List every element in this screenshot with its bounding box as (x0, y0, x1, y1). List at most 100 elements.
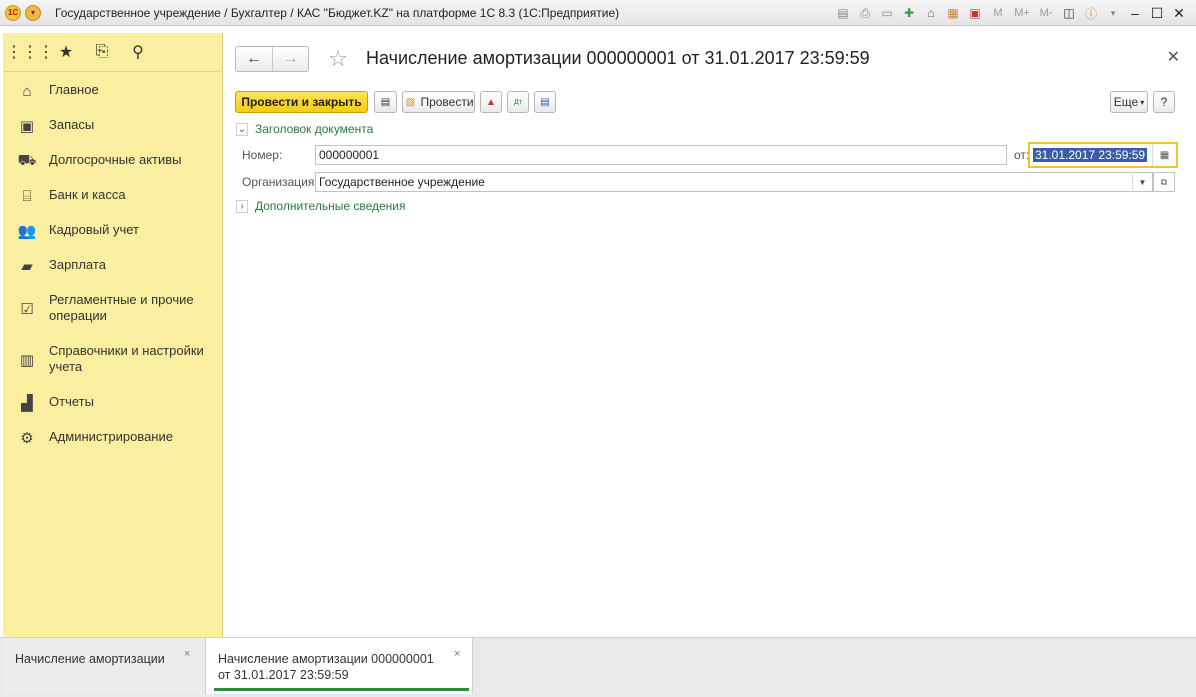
favorites-star-icon[interactable]: ★ (48, 37, 84, 67)
sidebar-item-hr[interactable]: 👥 Кадровый учет (3, 222, 223, 242)
home-icon: ⌂ (22, 82, 32, 100)
bank-icon: ⌸ (22, 187, 32, 205)
page-title: Начисление амортизации 000000001 от 31.0… (366, 48, 870, 68)
window-title-bar: 1С ▾ Государственное учреждение / Бухгал… (0, 0, 1196, 26)
sidebar-item-label: Регламентные и прочие операции (49, 292, 194, 323)
chevron-right-icon: › (236, 199, 248, 213)
save-button[interactable]: ▤ (374, 91, 397, 113)
maximize-button[interactable]: ☐ (1148, 4, 1166, 22)
chevron-down-icon[interactable]: ▼ (1132, 172, 1152, 192)
navigation-buttons: ← → (235, 46, 309, 72)
sidebar-item-label: Отчеты (49, 394, 94, 409)
window-toolbar: ▤ ⎙ ▭ ✚ ⌂ ▦ ▣ M M+ M- ◫ ⓘ ▾ – ☐ ✕ (832, 0, 1196, 26)
document-form: ← → ☆ Начисление амортизации 000000001 о… (224, 33, 1192, 637)
more-button-label: Еще (1113, 95, 1139, 109)
memory-plus-button[interactable]: M+ (1012, 4, 1032, 22)
number-label: Номер: (242, 148, 283, 162)
open-windows-bar: Начисление амортизации × Начисление амор… (0, 637, 1196, 697)
sidebar-item-settings[interactable]: ▥ Справочники и настройки учета (3, 343, 223, 379)
sections-panel: ⋮⋮⋮ ★ ⎘ ⚲ ⌂ Главное ▣ Запасы ⛟ Долгосроч… (3, 33, 223, 637)
window-tab-label: Начисление амортизации 000000001 от 31.0… (218, 652, 434, 682)
post-icon: ▧ (405, 96, 416, 108)
sidebar-item-main[interactable]: ⌂ Главное (3, 82, 223, 102)
sidebar-item-label: Справочники и настройки учета (49, 343, 204, 374)
close-form-icon[interactable]: ✕ (1167, 47, 1180, 67)
sidebar-item-label: Главное (49, 82, 99, 97)
group-extra-info[interactable]: › Дополнительные сведения (236, 199, 405, 213)
group-header-document[interactable]: ⌄ Заголовок документа (236, 122, 373, 136)
favorite-star-icon[interactable]: ☆ (325, 46, 351, 72)
open-organization-button[interactable]: ⧉ (1153, 172, 1175, 192)
open-icon: ⧉ (1160, 176, 1168, 187)
memory-minus-button[interactable]: M- (1036, 4, 1056, 22)
save-icon[interactable]: ▤ (834, 4, 852, 22)
calendar-icon[interactable]: ▣ (966, 4, 984, 22)
print-icon[interactable]: ⎙ (856, 4, 874, 22)
people-icon: 👥 (17, 223, 37, 240)
sidebar-item-label: Банк и касса (49, 187, 126, 202)
create-based-on-button[interactable]: ▲ (480, 91, 502, 113)
salary-icon: ▰ (21, 258, 33, 275)
checkbox-icon: ☑ (20, 301, 34, 318)
sidebar-item-salary[interactable]: ▰ Зарплата (3, 257, 223, 277)
organization-value: Государственное учреждение (319, 175, 485, 189)
memory-m-button[interactable]: M (988, 4, 1008, 22)
dt-kt-icon: Дт (514, 98, 522, 106)
more-button[interactable]: Еще ▾ (1110, 91, 1148, 113)
dt-kt-button[interactable]: Дт (507, 91, 529, 113)
back-arrow-icon[interactable]: ← (236, 47, 272, 71)
tractor-icon: ⛟ (17, 151, 37, 169)
sidebar-item-reports[interactable]: ▟ Отчеты (3, 394, 223, 414)
sidebar-item-bank[interactable]: ⌸ Банк и касса (3, 187, 223, 207)
sidebar-item-label: Зарплата (49, 257, 106, 272)
calendar-icon[interactable]: ▦ (1152, 144, 1176, 166)
sidebar-toolbar: ⋮⋮⋮ ★ ⎘ ⚲ (3, 33, 222, 72)
gear-icon: ⚙ (20, 430, 34, 447)
window-title: Государственное учреждение / Бухгалтер /… (55, 5, 620, 20)
date-field[interactable]: 31.01.2017 23:59:59 ▦ (1028, 142, 1178, 168)
chevron-down-icon[interactable]: ▾ (1104, 4, 1122, 22)
sidebar-item-operations[interactable]: ☑ Регламентные и прочие операции (3, 292, 223, 328)
date-label: от: (1014, 148, 1030, 162)
chevron-down-icon: ⌄ (236, 122, 248, 136)
chevron-down-icon: ▾ (1140, 97, 1145, 107)
minimize-button[interactable]: – (1126, 4, 1144, 22)
window-tab-label: Начисление амортизации (15, 652, 165, 666)
print-button[interactable]: ▤ (534, 91, 556, 113)
preview-icon[interactable]: ▭ (878, 4, 896, 22)
history-icon[interactable]: ⎘ (84, 37, 120, 67)
sidebar-item-label: Запасы (49, 117, 95, 132)
warehouse-icon: ▣ (19, 118, 35, 135)
search-icon[interactable]: ⚲ (120, 37, 156, 67)
info-icon[interactable]: ⓘ (1082, 4, 1100, 22)
apps-grid-icon[interactable]: ⋮⋮⋮ (6, 37, 54, 67)
sidebar-item-admin[interactable]: ⚙ Администрирование (3, 429, 223, 449)
app-logo-icon: 1С (5, 4, 21, 21)
sidebar-item-label: Администрирование (49, 429, 173, 444)
history-icon[interactable]: ⌂ (922, 4, 940, 22)
date-value: 31.01.2017 23:59:59 (1033, 148, 1148, 162)
number-field[interactable]: 000000001 (315, 145, 1007, 165)
window-tab[interactable]: Начисление амортизации × (3, 638, 202, 694)
close-tab-icon[interactable]: × (454, 646, 460, 662)
chart-icon: ▟ (21, 395, 33, 412)
post-button[interactable]: ▧ Провести (402, 91, 475, 113)
panels-icon[interactable]: ◫ (1060, 4, 1078, 22)
window-tab-active[interactable]: Начисление амортизации 000000001 от 31.0… (205, 638, 473, 694)
organization-field[interactable]: Государственное учреждение ▼ (315, 172, 1153, 192)
sidebar-item-fixed-assets[interactable]: ⛟ Долгосрочные активы (3, 152, 223, 172)
post-and-close-button[interactable]: Провести и закрыть (235, 91, 368, 113)
close-tab-icon[interactable]: × (184, 646, 190, 662)
save-icon: ▤ (380, 96, 391, 108)
sidebar-item-label: Кадровый учет (49, 222, 139, 237)
help-button[interactable]: ? (1153, 91, 1175, 113)
main-menu-button[interactable]: ▾ (25, 4, 41, 21)
sidebar-item-label: Долгосрочные активы (49, 152, 182, 167)
close-window-button[interactable]: ✕ (1170, 4, 1188, 22)
add-favorite-icon[interactable]: ✚ (900, 4, 918, 22)
forward-arrow-icon[interactable]: → (272, 47, 308, 71)
sidebar-item-inventory[interactable]: ▣ Запасы (3, 117, 223, 137)
post-button-label: Провести (420, 95, 474, 109)
group-extra-info-label: Дополнительные сведения (255, 199, 406, 213)
calculator-icon[interactable]: ▦ (944, 4, 962, 22)
